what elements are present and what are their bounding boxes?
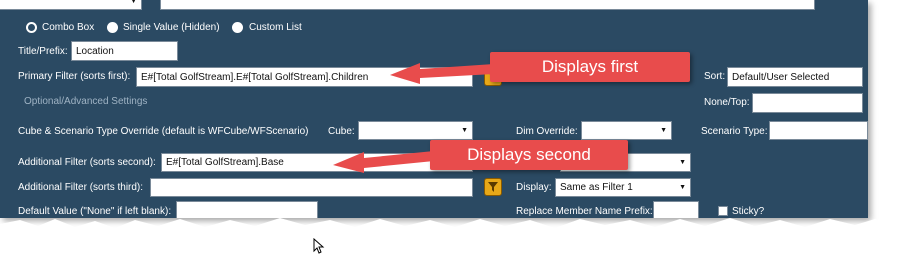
arrow-second [333, 151, 434, 173]
arrow-first [390, 63, 494, 84]
settings-panel: Combo Box Single Value (Hidden) Custom L… [0, 0, 868, 218]
torn-edge [0, 218, 901, 254]
torn-edge-shape [0, 218, 901, 254]
callout-arrows [333, 63, 494, 173]
mouse-cursor-icon [313, 238, 325, 254]
